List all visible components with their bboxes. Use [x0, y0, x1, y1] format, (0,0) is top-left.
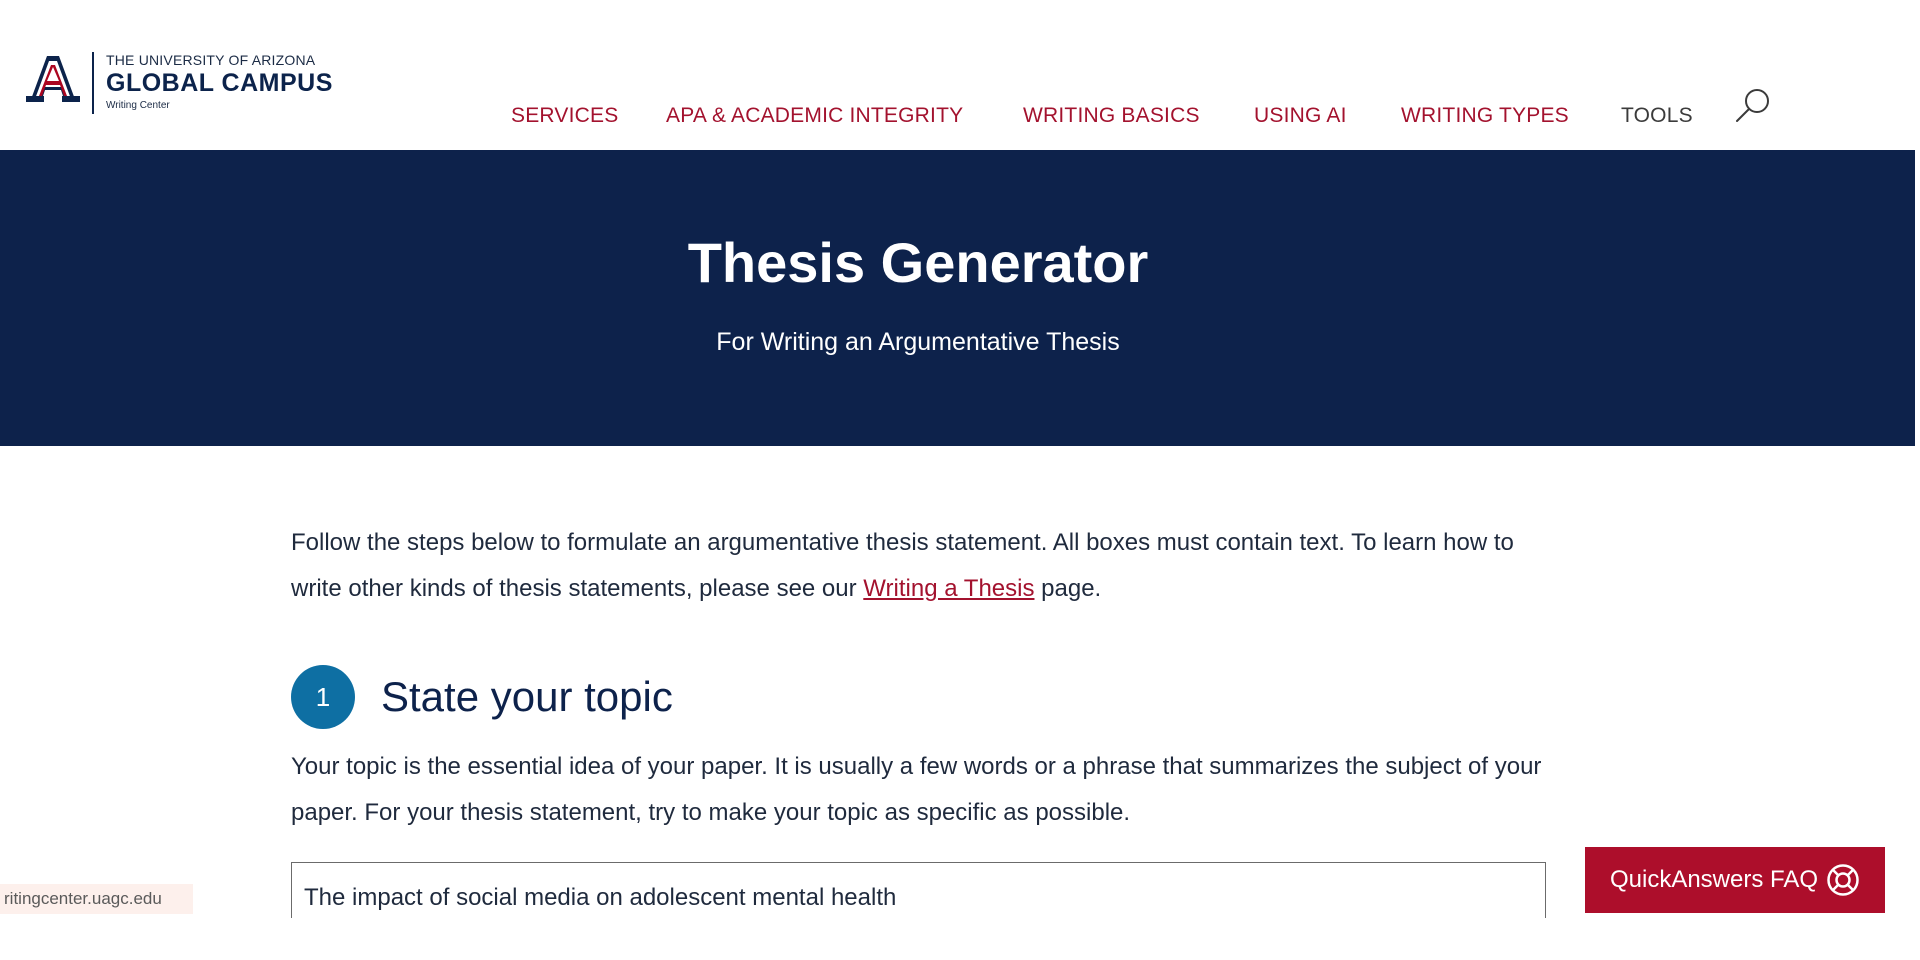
step-description: Your topic is the essential idea of your… [291, 753, 1542, 826]
status-bar-url: ritingcenter.uagc.edu [0, 884, 193, 914]
lifebuoy-icon [1826, 863, 1860, 897]
page-subtitle: For Writing an Argumentative Thesis [716, 328, 1120, 356]
intro-paragraph: Follow the steps below to formulate an a… [291, 520, 1551, 612]
page-title: Thesis Generator [687, 231, 1149, 294]
arizona-a-logo-icon [26, 52, 80, 104]
nav-item-writing-basics[interactable]: WRITING BASICS [1023, 104, 1200, 128]
nav-item-using-ai[interactable]: USING AI [1254, 104, 1347, 128]
nav-item-apa-academic-integrity[interactable]: APA & ACADEMIC INTEGRITY [666, 104, 963, 128]
writing-a-thesis-link[interactable]: Writing a Thesis [863, 575, 1034, 602]
step-1-heading: 1 State your topic [291, 665, 673, 729]
step-number-badge: 1 [291, 665, 355, 729]
search-icon[interactable] [1734, 86, 1772, 124]
quickanswers-faq-button[interactable]: QuickAnswers FAQ [1585, 847, 1885, 913]
nav-item-tools[interactable]: TOOLS [1621, 104, 1693, 128]
logo-wordmark: THE UNIVERSITY OF ARIZONA GLOBAL CAMPUS … [106, 52, 333, 112]
quickanswers-label: QuickAnswers FAQ [1609, 866, 1819, 893]
nav-item-services[interactable]: SERVICES [511, 104, 618, 128]
main-nav: SERVICES APA & ACADEMIC INTEGRITY WRITIN… [0, 104, 1920, 134]
step-title: State your topic [381, 673, 673, 720]
intro-text-end: page. [1034, 575, 1102, 602]
logo-university-name: THE UNIVERSITY OF ARIZONA [106, 52, 316, 68]
page: THE UNIVERSITY OF ARIZONA GLOBAL CAMPUS … [0, 0, 1920, 960]
topic-input[interactable] [291, 862, 1546, 918]
intro-section: Follow the steps below to formulate an a… [291, 520, 1551, 612]
nav-item-writing-types[interactable]: WRITING TYPES [1401, 104, 1569, 128]
hero-banner: Thesis Generator For Writing an Argument… [0, 150, 1915, 446]
logo-global-campus: GLOBAL CAMPUS [106, 69, 333, 97]
site-header: THE UNIVERSITY OF ARIZONA GLOBAL CAMPUS … [0, 0, 1920, 150]
